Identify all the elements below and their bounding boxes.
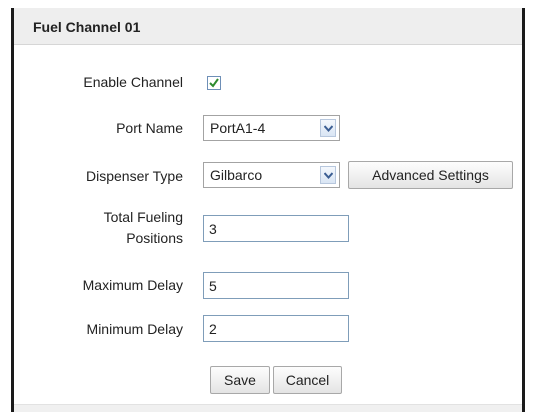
panel-header: Fuel Channel 01 — [14, 8, 522, 45]
chevron-down-icon[interactable] — [320, 166, 336, 184]
minimum-delay-input[interactable] — [203, 315, 349, 342]
chevron-down-icon[interactable] — [320, 119, 336, 137]
enable-channel-label: Enable Channel — [83, 74, 183, 90]
panel-title: Fuel Channel 01 — [33, 19, 141, 35]
total-fueling-positions-input[interactable] — [203, 215, 349, 242]
advanced-settings-button[interactable]: Advanced Settings — [348, 161, 513, 189]
minimum-delay-label: Minimum Delay — [86, 321, 183, 337]
maximum-delay-input[interactable] — [203, 272, 349, 299]
checkmark-icon — [209, 78, 219, 88]
total-fueling-label-line1: Total Fueling — [103, 209, 183, 225]
total-fueling-label-line2: Positions — [126, 230, 183, 246]
port-name-value: PortA1-4 — [210, 120, 266, 136]
dispenser-type-label: Dispenser Type — [85, 168, 183, 184]
maximum-delay-label: Maximum Delay — [82, 277, 183, 293]
cancel-button[interactable]: Cancel — [273, 366, 342, 394]
enable-channel-checkbox[interactable] — [207, 76, 221, 90]
port-name-label: Port Name — [116, 120, 183, 136]
total-fueling-positions-label: Total Fueling Positions — [104, 207, 183, 249]
port-name-select[interactable]: PortA1-4 — [203, 115, 340, 141]
dispenser-type-value: Gilbarco — [210, 167, 263, 183]
fuel-channel-panel: Fuel Channel 01 Enable Channel Port Name… — [11, 8, 525, 412]
save-button[interactable]: Save — [210, 366, 270, 394]
dispenser-type-select[interactable]: Gilbarco — [203, 162, 340, 188]
panel-footer — [14, 404, 522, 412]
